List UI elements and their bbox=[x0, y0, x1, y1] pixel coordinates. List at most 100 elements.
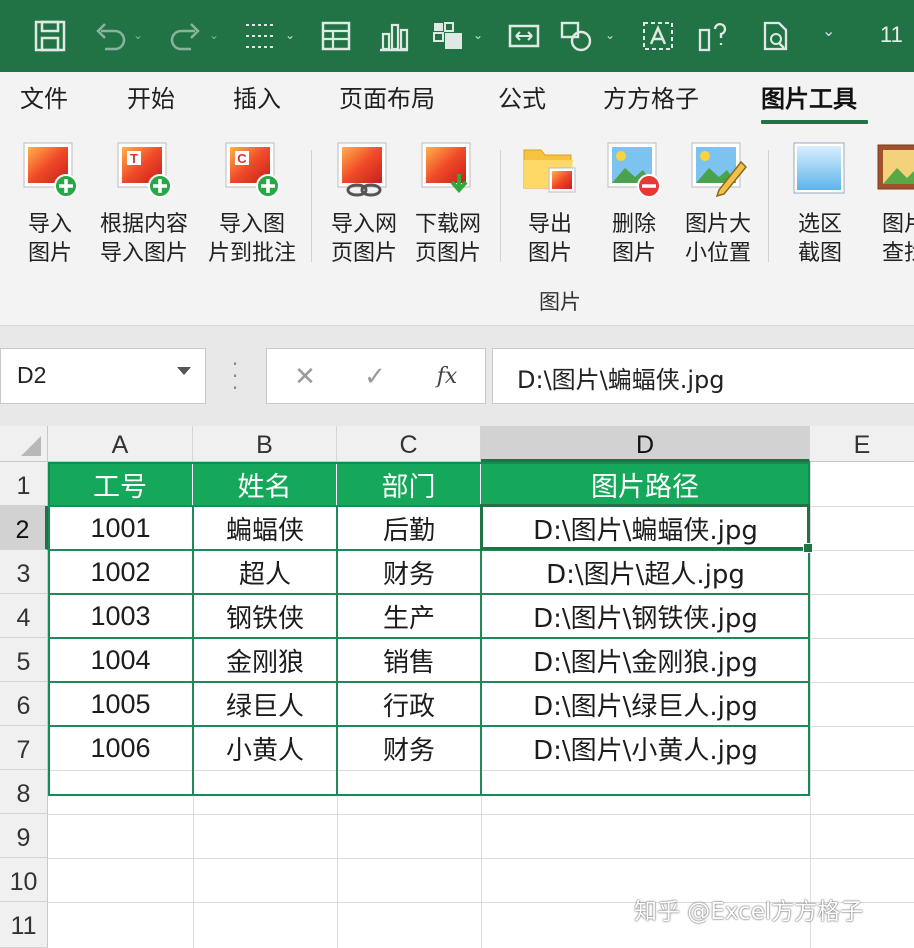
table-cell[interactable]: D:\图片\超人.jpg bbox=[481, 550, 810, 594]
resize-icon[interactable] bbox=[504, 14, 544, 58]
selection-screenshot-icon bbox=[793, 142, 845, 194]
download-web-picture-button[interactable]: 下载网 页图片 bbox=[402, 140, 494, 268]
undo-dropdown-icon[interactable]: ⌄ bbox=[132, 26, 144, 44]
download-web-picture-label: 下载网 页图片 bbox=[414, 212, 481, 266]
fill-color-icon[interactable] bbox=[428, 14, 468, 58]
tab-fangfang-gezi[interactable]: 方方格子 bbox=[603, 82, 699, 116]
formula-bar-grip-icon[interactable]: · · · bbox=[228, 354, 242, 398]
confirm-entry-icon[interactable]: ✓ bbox=[355, 357, 395, 397]
tab-formulas[interactable]: 公式 bbox=[498, 82, 546, 116]
row-header-4[interactable]: 4 bbox=[0, 594, 48, 638]
row-header-9[interactable]: 9 bbox=[0, 814, 48, 858]
shapes-dropdown-icon[interactable]: ⌄ bbox=[604, 26, 616, 44]
picture-find-button[interactable]: 图片 查找 bbox=[858, 140, 914, 268]
table-cell[interactable]: 销售 bbox=[337, 638, 481, 682]
insert-function-icon[interactable]: fx bbox=[427, 357, 467, 397]
qat-overflow-text: 11 bbox=[880, 22, 903, 47]
borders-icon[interactable] bbox=[240, 14, 280, 58]
formula-input[interactable]: D:\图片\蝙蝠侠.jpg bbox=[492, 348, 914, 404]
svg-text:T: T bbox=[130, 151, 138, 166]
table-cell[interactable]: 后勤 bbox=[337, 506, 481, 550]
row-header-1[interactable]: 1 bbox=[0, 462, 48, 506]
bar-chart-icon[interactable] bbox=[374, 14, 414, 58]
row-header-2[interactable]: 2 bbox=[0, 506, 48, 550]
picture-size-position-button[interactable]: 图片大 小位置 bbox=[672, 140, 764, 268]
textbox-icon[interactable] bbox=[638, 14, 678, 58]
import-picture-button[interactable]: 导入 图片 bbox=[4, 140, 96, 268]
tab-file[interactable]: 文件 bbox=[20, 82, 68, 116]
name-box-dropdown-icon[interactable] bbox=[177, 367, 191, 375]
row-header-3[interactable]: 3 bbox=[0, 550, 48, 594]
table-header-cell[interactable]: 工号 bbox=[48, 462, 193, 506]
row-header-5[interactable]: 5 bbox=[0, 638, 48, 682]
select-all-button[interactable] bbox=[0, 426, 48, 462]
table-header-cell[interactable]: 姓名 bbox=[193, 462, 337, 506]
table-cell[interactable]: 1005 bbox=[48, 682, 193, 726]
row-header-6[interactable]: 6 bbox=[0, 682, 48, 726]
table-row-border bbox=[48, 549, 810, 551]
watermark: 知乎 @Excel方方格子 bbox=[634, 899, 864, 925]
import-picture-icon bbox=[23, 142, 78, 198]
row-header-10[interactable]: 10 bbox=[0, 858, 48, 902]
column-header-c[interactable]: C bbox=[337, 426, 481, 462]
table-cell[interactable]: 1001 bbox=[48, 506, 193, 550]
save-icon[interactable] bbox=[30, 14, 70, 58]
column-header-b[interactable]: B bbox=[193, 426, 337, 462]
table-cell[interactable]: D:\图片\钢铁侠.jpg bbox=[481, 594, 810, 638]
table-cell[interactable]: 财务 bbox=[337, 726, 481, 770]
undo-icon[interactable] bbox=[90, 14, 130, 58]
worksheet-grid[interactable]: A B C D E 1 2 3 4 5 6 7 8 9 10 11 工号 姓名 部门 图片路径 1001 蝙蝠… bbox=[0, 426, 914, 948]
cancel-entry-icon[interactable]: ✕ bbox=[285, 357, 325, 397]
table-row-border bbox=[48, 593, 810, 595]
table-cell[interactable]: 绿巨人 bbox=[193, 682, 337, 726]
import-by-content-button[interactable]: T 根据内容 导入图片 bbox=[96, 140, 192, 268]
help-icon[interactable] bbox=[694, 14, 734, 58]
fill-color-dropdown-icon[interactable]: ⌄ bbox=[472, 26, 484, 44]
table-cell[interactable]: D:\图片\金刚狼.jpg bbox=[481, 638, 810, 682]
tab-page-layout[interactable]: 页面布局 bbox=[339, 82, 435, 116]
name-box[interactable]: D2 bbox=[0, 348, 206, 404]
table-cell[interactable]: 超人 bbox=[193, 550, 337, 594]
ribbon-group-label: 图片 bbox=[539, 290, 581, 314]
table-cell[interactable]: 蝙蝠侠 bbox=[193, 506, 337, 550]
table-header-cell[interactable]: 部门 bbox=[337, 462, 481, 506]
import-to-comment-button[interactable]: C 导入图 片到批注 bbox=[204, 140, 300, 268]
shapes-icon[interactable] bbox=[556, 14, 596, 58]
table-cell[interactable]: D:\图片\小黄人.jpg bbox=[481, 726, 810, 770]
row-header-11[interactable]: 11 bbox=[0, 902, 48, 948]
table-cell[interactable]: 行政 bbox=[337, 682, 481, 726]
table-header-cell[interactable]: 图片路径 bbox=[481, 462, 810, 506]
table-cell[interactable]: 金刚狼 bbox=[193, 638, 337, 682]
tab-home[interactable]: 开始 bbox=[127, 82, 175, 116]
table-cell[interactable]: 财务 bbox=[337, 550, 481, 594]
table-cell[interactable]: D:\图片\蝙蝠侠.jpg bbox=[481, 506, 810, 550]
table-cell[interactable]: D:\图片\绿巨人.jpg bbox=[481, 682, 810, 726]
picture-find-label: 图片 查找 bbox=[881, 212, 914, 266]
tab-picture-tools[interactable]: 图片工具 bbox=[761, 82, 857, 116]
tab-insert[interactable]: 插入 bbox=[233, 82, 281, 116]
table-row-border bbox=[48, 637, 810, 639]
form-icon[interactable] bbox=[316, 14, 356, 58]
print-preview-icon[interactable] bbox=[756, 14, 796, 58]
row-header-8[interactable]: 8 bbox=[0, 770, 48, 814]
gridline bbox=[48, 814, 914, 815]
table-row-border bbox=[48, 505, 810, 507]
picture-size-position-icon bbox=[691, 142, 747, 198]
table-cell[interactable]: 1006 bbox=[48, 726, 193, 770]
redo-icon[interactable] bbox=[166, 14, 206, 58]
customize-qat-icon[interactable]: ⌄ bbox=[822, 22, 835, 40]
table-cell[interactable]: 生产 bbox=[337, 594, 481, 638]
table-cell[interactable]: 1002 bbox=[48, 550, 193, 594]
fill-handle[interactable] bbox=[803, 543, 813, 553]
table-cell[interactable]: 1004 bbox=[48, 638, 193, 682]
borders-dropdown-icon[interactable]: ⌄ bbox=[284, 26, 296, 44]
column-header-e[interactable]: E bbox=[810, 426, 914, 462]
table-cell[interactable]: 钢铁侠 bbox=[193, 594, 337, 638]
table-cell[interactable]: 小黄人 bbox=[193, 726, 337, 770]
import-picture-label: 导入 图片 bbox=[27, 212, 72, 266]
redo-dropdown-icon[interactable]: ⌄ bbox=[208, 26, 220, 44]
column-header-d[interactable]: D bbox=[481, 426, 810, 462]
table-cell[interactable]: 1003 bbox=[48, 594, 193, 638]
column-header-a[interactable]: A bbox=[48, 426, 193, 462]
row-header-7[interactable]: 7 bbox=[0, 726, 48, 770]
